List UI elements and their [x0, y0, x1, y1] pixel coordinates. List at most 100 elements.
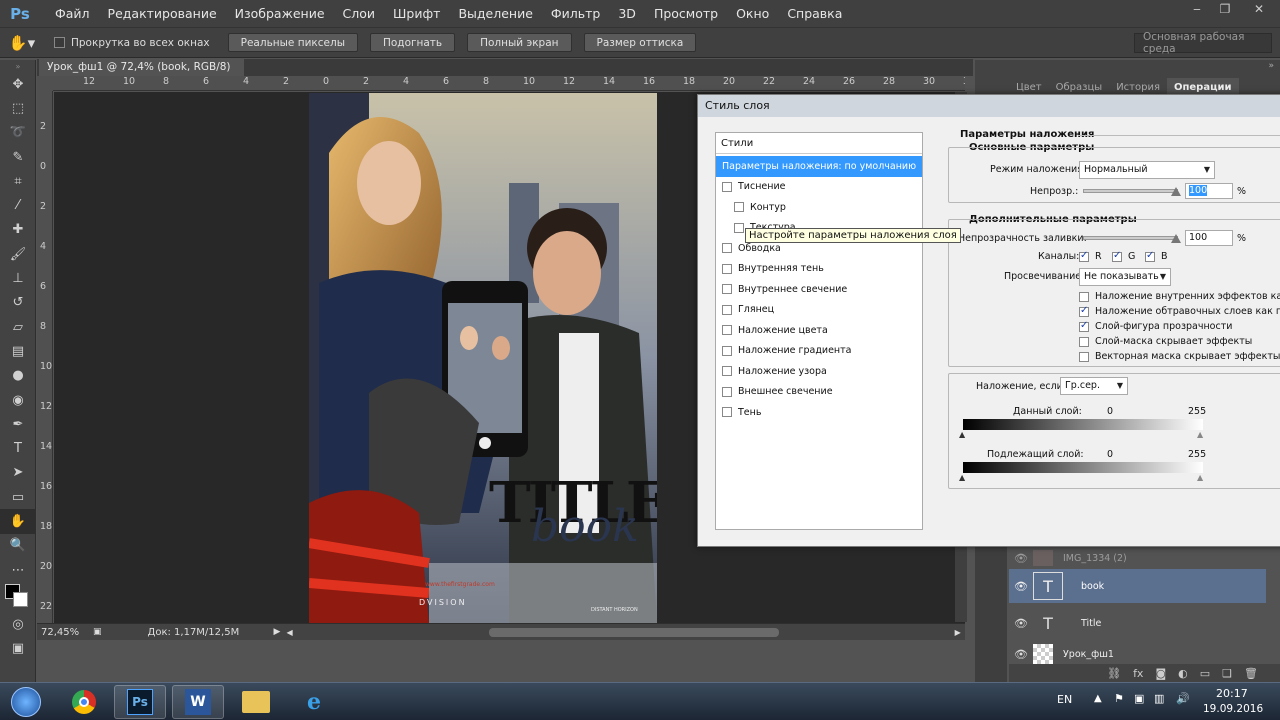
layer-row[interactable]: 👁 T Title — [1009, 606, 1266, 640]
style-checkbox[interactable] — [722, 263, 732, 274]
style-checkbox[interactable] — [722, 325, 732, 336]
style-checkbox[interactable] — [722, 407, 732, 418]
transparency-shapes-checkbox[interactable]: Слой-фигура прозрачности — [1079, 320, 1232, 332]
blend-clipped-checkbox[interactable]: Наложение обтравочных слоев как группу — [1079, 305, 1280, 317]
this-layer-white-slider[interactable]: ▲ — [1197, 430, 1203, 439]
lasso-tool-icon[interactable]: ➰ — [0, 121, 36, 145]
style-item[interactable]: Внешнее свечение — [716, 382, 922, 403]
menu-type[interactable]: Шрифт — [384, 0, 449, 27]
blend-mode-dropdown[interactable]: Нормальный — [1079, 161, 1215, 179]
style-item[interactable]: Наложение градиента — [716, 341, 922, 362]
checkbox-box[interactable] — [54, 37, 65, 48]
style-checkbox[interactable] — [722, 386, 732, 397]
panel-collapse-icon[interactable]: » — [1268, 61, 1274, 71]
layer-row[interactable]: 👁 Урок_фш1 — [1009, 642, 1266, 666]
shape-tool-icon[interactable]: ▭ — [0, 485, 36, 509]
scroll-right-icon[interactable]: ▶ — [955, 628, 961, 637]
healing-brush-tool-icon[interactable]: ✚ — [0, 218, 36, 242]
scroll-left-icon[interactable]: ◀ — [286, 628, 292, 637]
menu-3d[interactable]: 3D — [609, 0, 645, 27]
status-menu-arrow-icon[interactable]: ▶ — [274, 627, 281, 637]
visibility-icon[interactable]: 👁 — [1009, 648, 1033, 661]
visibility-icon[interactable]: 👁 — [1009, 552, 1033, 565]
this-layer-black-slider[interactable]: ▲ — [959, 430, 965, 439]
layer-mask-hides-checkbox[interactable]: Слой-маска скрывает эффекты — [1079, 336, 1252, 347]
zoom-tool-icon[interactable]: 🔍 — [0, 534, 36, 558]
marquee-tool-icon[interactable]: ⬚ — [0, 96, 36, 120]
horizontal-scrollbar[interactable] — [301, 627, 951, 638]
underlying-layer-gradient[interactable] — [963, 462, 1203, 473]
style-checkbox[interactable] — [734, 222, 744, 233]
crop-tool-icon[interactable]: ⌗ — [0, 169, 36, 193]
eraser-tool-icon[interactable]: ▱ — [0, 315, 36, 339]
history-brush-tool-icon[interactable]: ↺ — [0, 291, 36, 315]
checkbox[interactable] — [1079, 250, 1089, 262]
menu-help[interactable]: Справка — [778, 0, 851, 27]
vector-mask-hides-checkbox[interactable]: Векторная маска скрывает эффекты — [1079, 351, 1280, 362]
chrome-taskbar-button[interactable] — [58, 685, 110, 719]
new-layer-icon[interactable]: ❑ — [1222, 667, 1232, 680]
layer-name[interactable]: IMG_1334 (2) — [1063, 553, 1127, 564]
clone-stamp-tool-icon[interactable]: ⊥ — [0, 266, 36, 290]
quick-mask-icon[interactable]: ◎ — [0, 612, 36, 636]
style-item[interactable]: Внутреннее свечение — [716, 279, 922, 300]
background-color[interactable] — [13, 592, 28, 608]
screen-mode-icon[interactable]: ▣ — [0, 637, 36, 661]
close-icon[interactable]: ✕ — [1239, 0, 1279, 18]
flag-icon[interactable]: ⚑ — [1114, 692, 1124, 705]
style-item[interactable]: Внутренняя тень — [716, 259, 922, 280]
brush-tool-icon[interactable]: 🖌 — [0, 242, 36, 266]
this-layer-gradient[interactable] — [963, 419, 1203, 430]
underlying-black-slider[interactable]: ▲ — [959, 473, 965, 482]
checkbox[interactable] — [1112, 250, 1122, 262]
blend-if-dropdown[interactable]: Гр.сер. — [1060, 377, 1128, 395]
layer-name[interactable]: Title — [1081, 618, 1101, 629]
checkbox[interactable] — [1079, 336, 1089, 347]
opacity-input[interactable]: 100 — [1185, 183, 1233, 199]
layer-name[interactable]: Урок_фш1 — [1063, 649, 1114, 660]
tray-arrow-icon[interactable]: ▲ — [1094, 693, 1102, 704]
extra-tools-icon[interactable]: ⋯ — [0, 558, 36, 582]
style-checkbox[interactable] — [722, 181, 732, 192]
print-size-button[interactable]: Размер оттиска — [583, 33, 697, 52]
ie-taskbar-button[interactable]: e — [288, 685, 340, 719]
ruler-origin[interactable] — [37, 76, 53, 91]
photoshop-taskbar-button[interactable]: Ps — [114, 685, 166, 719]
delete-layer-icon[interactable]: 🗑 — [1244, 667, 1258, 680]
menu-image[interactable]: Изображение — [226, 0, 334, 27]
minimize-icon[interactable]: ‒ — [1183, 0, 1211, 18]
menu-window[interactable]: Окно — [727, 0, 778, 27]
style-item[interactable]: Тиснение — [716, 177, 922, 198]
dialog-title[interactable]: Стиль слоя — [698, 95, 1280, 117]
style-checkbox[interactable] — [722, 243, 732, 254]
style-item[interactable]: Тень — [716, 402, 922, 423]
slider-knob[interactable] — [1171, 234, 1181, 243]
scroll-thumb[interactable] — [488, 627, 779, 637]
visibility-icon[interactable]: 👁 — [1009, 617, 1033, 630]
checkbox[interactable] — [1145, 250, 1155, 262]
menu-layers[interactable]: Слои — [334, 0, 385, 27]
visibility-icon[interactable]: 👁 — [1009, 580, 1033, 593]
layer-style-icon[interactable]: fx — [1133, 667, 1143, 680]
language-indicator[interactable]: EN — [1057, 693, 1072, 706]
checkbox[interactable] — [1079, 351, 1089, 362]
actual-pixels-button[interactable]: Реальные пикселы — [227, 33, 358, 52]
path-select-tool-icon[interactable]: ➤ — [0, 461, 36, 485]
style-checkbox[interactable] — [722, 345, 732, 356]
quick-select-tool-icon[interactable]: ✎ — [0, 145, 36, 169]
hand-tool-icon[interactable]: ✋ — [0, 509, 36, 534]
workspace-selector[interactable]: Основная рабочая среда — [1134, 31, 1272, 55]
adjustment-layer-icon[interactable]: ◐ — [1178, 667, 1188, 680]
pen-tool-icon[interactable]: ✒ — [0, 412, 36, 436]
style-checkbox[interactable] — [722, 284, 732, 295]
full-screen-button[interactable]: Полный экран — [467, 33, 572, 52]
clock-date[interactable]: 19.09.2016 — [1203, 703, 1263, 715]
fill-opacity-slider[interactable] — [1083, 234, 1181, 243]
blur-tool-icon[interactable]: ● — [0, 364, 36, 388]
checkbox[interactable] — [1079, 320, 1089, 332]
monitor-icon[interactable]: ▣ — [1134, 692, 1144, 705]
channel-b-checkbox[interactable]: B — [1145, 250, 1168, 262]
layer-name[interactable]: book — [1081, 581, 1104, 592]
explorer-taskbar-button[interactable] — [230, 685, 282, 719]
new-group-icon[interactable]: ▭ — [1200, 667, 1210, 680]
